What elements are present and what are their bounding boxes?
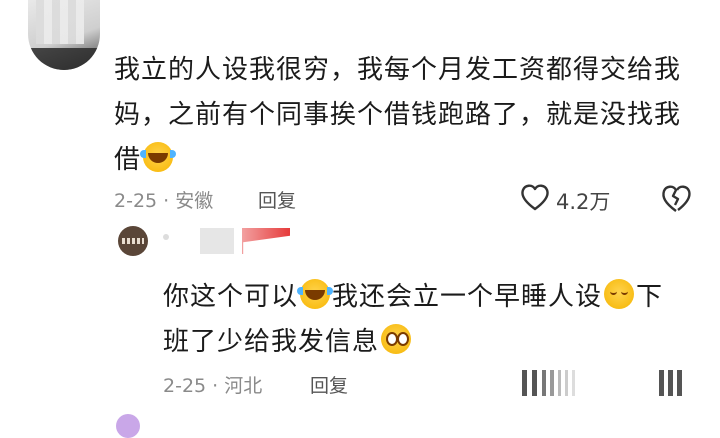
- reply-avatar[interactable]: [118, 226, 148, 256]
- cry-laugh-icon: [140, 142, 177, 172]
- avatar-shade: [28, 48, 100, 70]
- reply-button[interactable]: 回复: [310, 371, 348, 398]
- avatar[interactable]: [28, 0, 100, 70]
- reply-part: 班了少给我发信息: [163, 327, 380, 357]
- comment-line-text: 借: [114, 145, 142, 175]
- reply-meta: 2-25 · 河北: [163, 375, 263, 397]
- reply-button[interactable]: 回复: [258, 186, 296, 213]
- reply-text[interactable]: 你这个可以 我还会立一个早睡人设 下 班了少给我发信息: [163, 275, 703, 365]
- reply-part: 你这个可以: [163, 282, 299, 312]
- comment-line: 借: [114, 138, 704, 183]
- separator-dot: [163, 234, 169, 240]
- reply-part: 我还会立一个早睡人设: [332, 282, 603, 312]
- comment-meta: 2-25 · 安徽: [114, 190, 214, 212]
- broken-heart-icon[interactable]: [660, 183, 692, 213]
- cry-laugh-icon: [297, 279, 334, 309]
- comment-line: 妈，之前有个同事挨个借钱跑路了，就是没找我: [114, 100, 682, 130]
- like-count: 4.2万: [556, 190, 611, 214]
- reply-line: 班了少给我发信息: [163, 320, 703, 365]
- reply-line: 你这个可以 我还会立一个早睡人设 下: [163, 275, 703, 320]
- next-comment-avatar[interactable]: [116, 414, 140, 438]
- sleepy-icon: [604, 279, 635, 309]
- avatar-mosaic: [36, 0, 84, 44]
- heart-icon[interactable]: [520, 368, 582, 398]
- avatar-pattern: [122, 238, 144, 244]
- flushed-icon: [381, 324, 412, 354]
- redacted-username: [200, 228, 290, 254]
- comment-line: 我立的人设我很穷，我每个月发工资都得交给我: [114, 55, 682, 85]
- broken-heart-icon[interactable]: [655, 368, 687, 398]
- reply-part: 下: [636, 282, 664, 312]
- comment-text[interactable]: 我立的人设我很穷，我每个月发工资都得交给我 妈，之前有个同事挨个借钱跑路了，就是…: [114, 48, 704, 183]
- heart-icon[interactable]: [520, 183, 550, 211]
